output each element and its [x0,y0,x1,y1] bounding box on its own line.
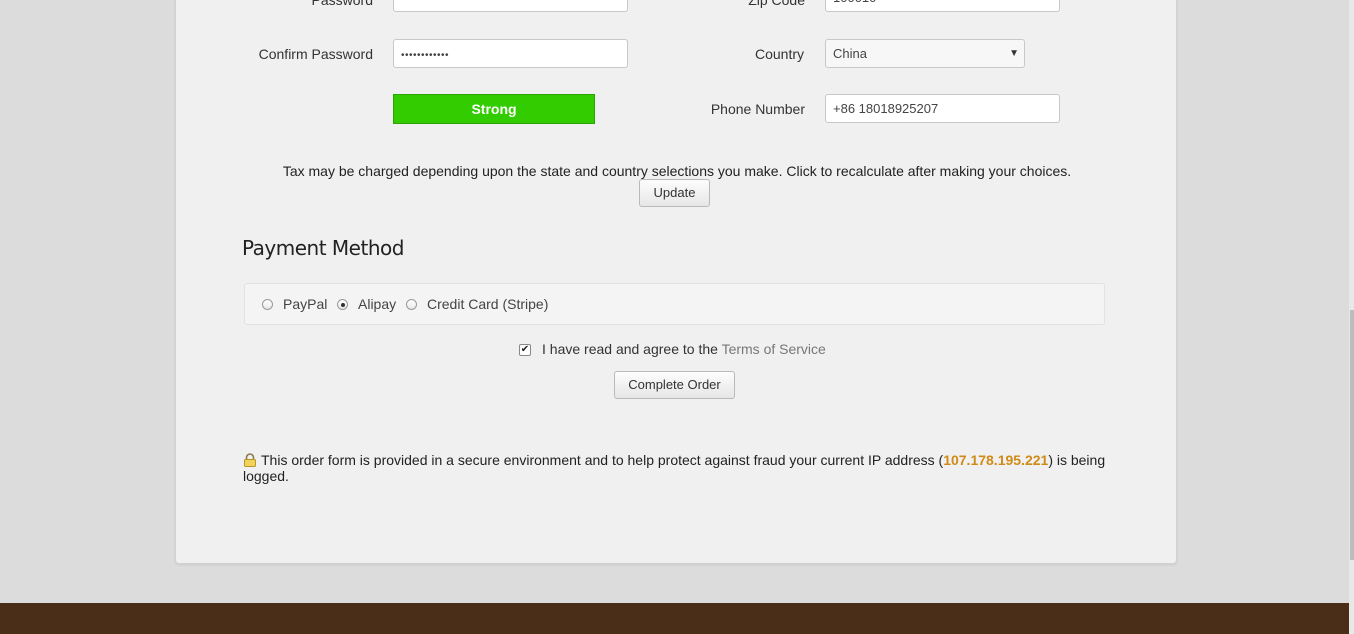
alipay-label[interactable]: Alipay [358,296,396,312]
zip-code-value: 100010 [833,0,876,5]
credit-card-label[interactable]: Credit Card (Stripe) [427,296,548,312]
page-footer [0,603,1349,634]
confirm-password-field[interactable]: •••••••••••• [393,39,628,68]
complete-order-button[interactable]: Complete Order [614,371,735,399]
payment-method-title: Payment Method [242,236,404,260]
paypal-label[interactable]: PayPal [283,296,327,312]
ip-address: 107.178.195.221 [943,452,1049,468]
terms-of-service-link[interactable]: Terms of Service [722,341,826,357]
secure-text-before: This order form is provided in a secure … [261,452,944,468]
zip-code-field[interactable]: 100010 [825,0,1060,12]
secure-notice: This order form is provided in a secure … [243,452,1113,484]
scrollbar-thumb[interactable] [1350,310,1354,560]
payment-options-box: PayPal Alipay Credit Card (Stripe) [244,283,1105,325]
chevron-down-icon: ▼ [1009,48,1019,59]
password-field[interactable] [393,0,628,12]
tax-note: Tax may be charged depending upon the st… [282,163,1072,179]
phone-number-value: +86 18018925207 [833,101,939,116]
terms-agreement: I have read and agree to the Terms of Se… [542,341,826,357]
zip-code-label: Zip Code [748,0,805,8]
country-label: Country [754,46,804,62]
update-button[interactable]: Update [639,179,710,207]
country-selected-value: China [833,46,867,61]
paypal-radio[interactable] [262,299,273,310]
alipay-radio[interactable] [337,299,348,310]
lock-icon [244,453,256,467]
confirm-password-value: •••••••••••• [401,50,450,61]
credit-card-radio[interactable] [406,299,417,310]
confirm-password-label: Confirm Password [258,46,373,62]
password-strength-indicator: Strong [393,94,595,124]
password-label: Password [311,0,373,8]
terms-agreement-text: I have read and agree to the [542,341,718,357]
phone-number-label: Phone Number [710,101,805,117]
country-select[interactable]: China ▼ [825,39,1025,68]
terms-checkbox[interactable]: ✔ [519,344,531,356]
phone-number-field[interactable]: +86 18018925207 [825,94,1060,123]
